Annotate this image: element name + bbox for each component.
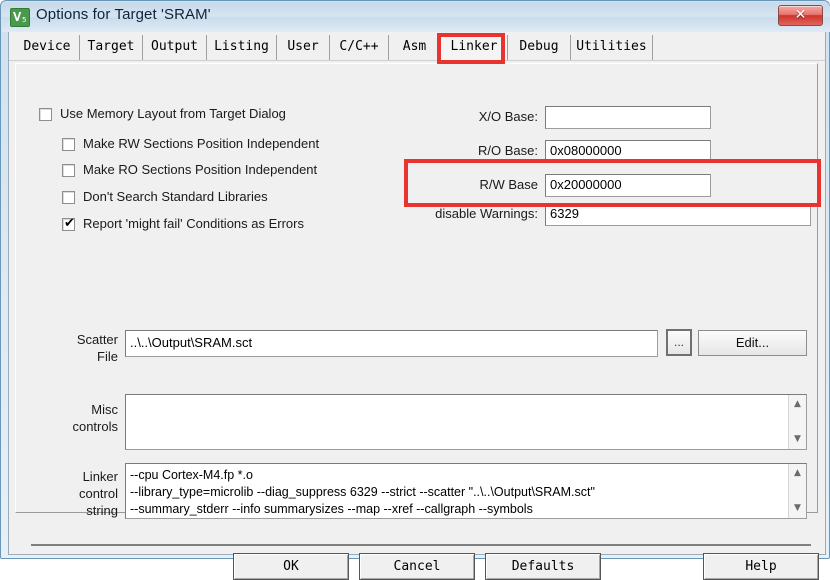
- tab-strip: Device Target Output Listing User C/C++ …: [9, 32, 825, 62]
- tab-utilities[interactable]: Utilities: [571, 35, 653, 60]
- tab-listing[interactable]: Listing: [207, 35, 277, 60]
- help-button[interactable]: Help: [703, 553, 819, 580]
- tab-linker[interactable]: Linker: [441, 35, 508, 60]
- xo-base-input[interactable]: [545, 106, 711, 129]
- checkbox-label: Don't Search Standard Libraries: [83, 189, 268, 204]
- tab-output[interactable]: Output: [143, 35, 207, 60]
- linker-control-label-line2: control: [78, 486, 118, 501]
- misc-controls-label-line2: controls: [72, 419, 118, 434]
- scatter-file-input[interactable]: ..\..\Output\SRAM.sct: [125, 330, 658, 357]
- checkbox-label: Report 'might fail' Conditions as Errors: [83, 216, 304, 231]
- checkbox-box[interactable]: [62, 138, 75, 151]
- rw-base-input[interactable]: 0x20000000: [545, 174, 711, 197]
- svg-text:5: 5: [22, 16, 26, 24]
- checkbox-label: Make RW Sections Position Independent: [83, 136, 320, 151]
- disable-warnings-input[interactable]: 6329: [545, 203, 811, 226]
- misc-controls-label-line1: Misc: [91, 402, 118, 417]
- disable-warnings-label: disable Warnings:: [435, 206, 538, 221]
- tab-asm[interactable]: Asm: [389, 35, 441, 60]
- defaults-button[interactable]: Defaults: [485, 553, 601, 580]
- linker-control-string-text: --cpu Cortex-M4.fp *.o --library_type=mi…: [130, 468, 595, 516]
- ok-button[interactable]: OK: [233, 553, 349, 580]
- scatter-file-label-line2: File: [97, 349, 118, 364]
- linker-control-label-line3: string: [86, 503, 118, 518]
- linker-control-string-textarea[interactable]: --cpu Cortex-M4.fp *.o --library_type=mi…: [125, 463, 807, 519]
- checkbox-label: Use Memory Layout from Target Dialog: [60, 106, 286, 121]
- options-dialog-window: 5 Options for Target 'SRAM' ✕ Device Tar…: [0, 0, 830, 580]
- checkbox-box[interactable]: ✔: [62, 216, 75, 231]
- tab-c-cpp[interactable]: C/C++: [330, 35, 389, 60]
- linker-control-scrollbar[interactable]: ▲ ▼: [788, 464, 806, 518]
- close-button[interactable]: ✕: [778, 5, 823, 26]
- checkbox-box[interactable]: [39, 108, 52, 121]
- xo-base-label: X/O Base:: [478, 109, 538, 124]
- linker-control-label-line1: Linker: [82, 469, 118, 484]
- misc-controls-scrollbar[interactable]: ▲ ▼: [788, 395, 806, 449]
- window-title: Options for Target 'SRAM': [36, 6, 211, 23]
- tab-device[interactable]: Device: [15, 35, 80, 60]
- check-icon: ✔: [64, 216, 75, 231]
- scatter-file-label-line1: Scatter: [76, 332, 118, 347]
- dialog-client-area: Device Target Output Listing User C/C++ …: [8, 32, 826, 580]
- scroll-up-icon[interactable]: ▲: [789, 466, 806, 481]
- title-bar: 5 Options for Target 'SRAM' ✕: [2, 2, 830, 32]
- scroll-down-icon[interactable]: ▼: [789, 501, 806, 516]
- scroll-up-icon[interactable]: ▲: [789, 397, 806, 412]
- misc-controls-textarea[interactable]: ▲ ▼: [125, 394, 807, 450]
- linker-settings-panel: Use Memory Layout from Target Dialog Mak…: [15, 63, 818, 519]
- close-icon: ✕: [794, 7, 807, 23]
- tab-target[interactable]: Target: [80, 35, 143, 60]
- scatter-file-browse-button[interactable]: ...: [666, 329, 692, 356]
- checkbox-box[interactable]: [62, 164, 75, 177]
- bottom-separator: [31, 544, 811, 546]
- checkbox-box[interactable]: [62, 191, 75, 204]
- ro-base-input[interactable]: 0x08000000: [545, 140, 711, 163]
- ro-base-label: R/O Base:: [478, 143, 538, 158]
- scroll-down-icon[interactable]: ▼: [789, 432, 806, 447]
- checkbox-label: Make RO Sections Position Independent: [83, 162, 318, 177]
- cancel-button[interactable]: Cancel: [359, 553, 475, 580]
- keil-uvision-icon: 5: [10, 8, 30, 27]
- tab-strip-underline: [9, 60, 825, 61]
- rw-base-label: R/W Base: [479, 177, 538, 192]
- tab-debug[interactable]: Debug: [508, 35, 571, 60]
- scatter-file-edit-button[interactable]: Edit...: [698, 330, 807, 356]
- tab-user[interactable]: User: [277, 35, 330, 60]
